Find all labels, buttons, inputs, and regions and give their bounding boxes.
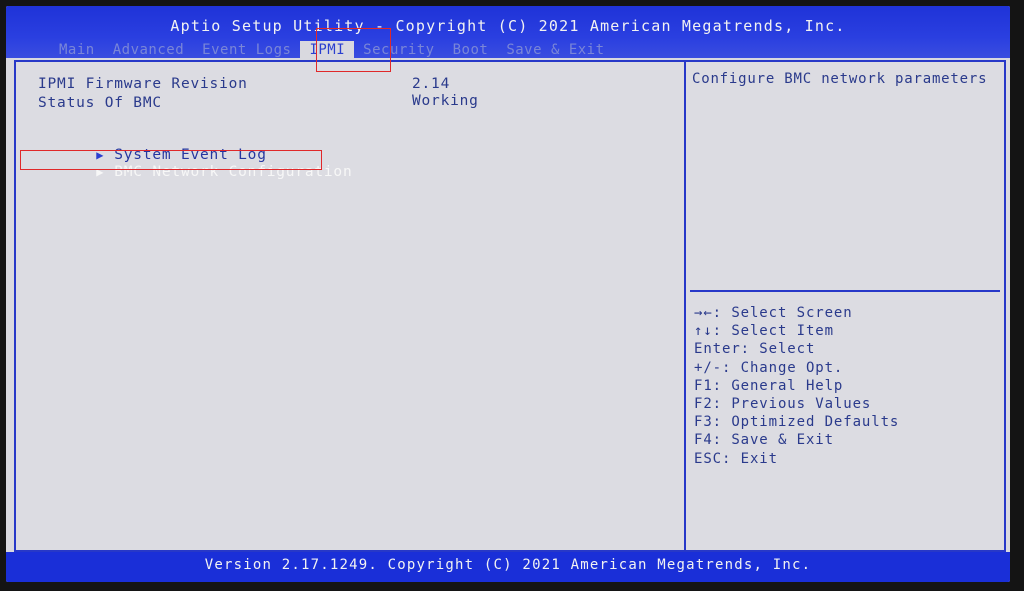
key-hint: ↑↓: Select Item [694,323,834,340]
header-bar: Aptio Setup Utility - Copyright (C) 2021… [6,6,1010,60]
key-hint: →←: Select Screen [694,305,853,321]
tab-main[interactable]: Main [50,41,104,60]
ipmi-tab-annotation-box [316,28,391,72]
version-text: Version 2.17.1249. Copyright (C) 2021 Am… [204,557,812,573]
bmc-status-value: Working [412,93,479,109]
tab-advanced[interactable]: Advanced [104,41,193,60]
key-hint: +/-: Change Opt. [694,359,844,376]
key-hint: Enter: Select [694,341,816,358]
settings-pane: IPMI Firmware Revision 2.14 Status Of BM… [16,62,684,550]
firmware-revision-value: 2.14 [412,76,451,92]
footer-bar: Version 2.17.1249. Copyright (C) 2021 Am… [6,552,1010,582]
setup-title: Aptio Setup Utility - Copyright (C) 2021… [170,17,846,35]
help-description: Configure BMC network parameters [692,71,988,87]
bios-screen: Aptio Setup Utility - Copyright (C) 2021… [6,6,1010,582]
key-hint: F3: Optimized Defaults [694,414,900,431]
main-panel: IPMI Firmware Revision 2.14 Status Of BM… [14,60,1006,552]
tab-boot[interactable]: Boot [444,41,498,60]
key-legend: →←: Select Screen ↑↓: Select Item Enter:… [694,304,899,468]
key-hint: ESC: Exit [694,450,778,467]
bmc-status-label: Status Of BMC [38,95,162,111]
firmware-revision-label: IPMI Firmware Revision [38,76,248,92]
key-hint: F1: General Help [694,377,844,394]
help-pane: Configure BMC network parameters →←: Sel… [686,62,1004,550]
help-divider [690,290,1000,292]
bmc-network-annotation-box [20,150,322,170]
tab-save-exit[interactable]: Save & Exit [497,41,613,60]
key-hint: F2: Previous Values [694,396,872,413]
tab-event-logs[interactable]: Event Logs [193,41,300,60]
key-hint: F4: Save & Exit [694,432,834,449]
